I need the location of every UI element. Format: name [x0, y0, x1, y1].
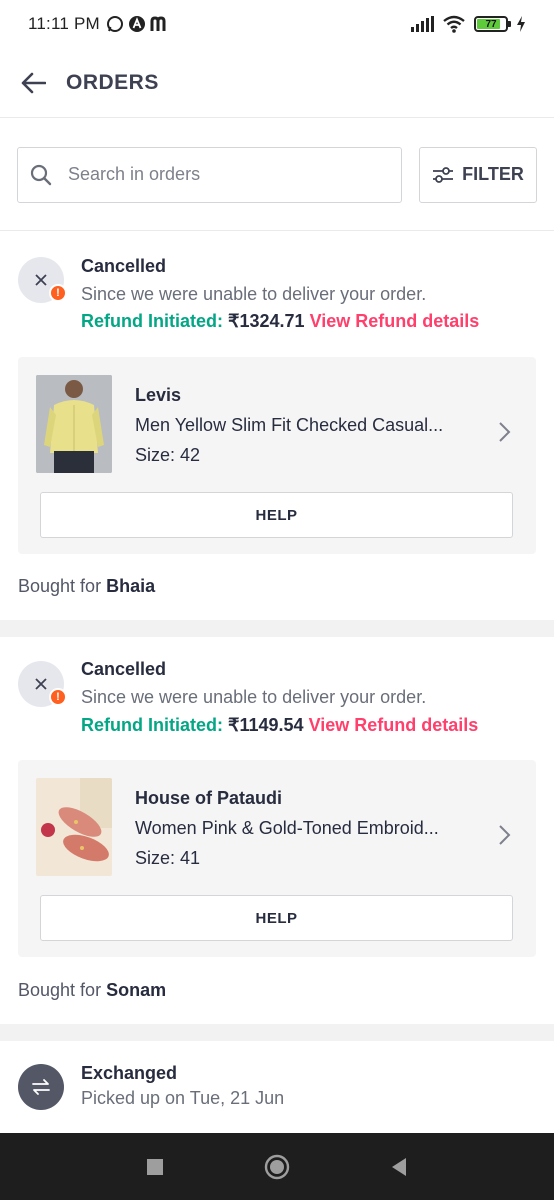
- product-brand: Levis: [135, 385, 182, 405]
- order-card: ! Cancelled Since we were unable to deli…: [0, 637, 554, 1025]
- product-image: [36, 778, 112, 876]
- bought-for-name: Bhaia: [106, 576, 156, 596]
- recents-button[interactable]: [146, 1158, 164, 1176]
- bought-for: Bought for Bhaia: [18, 576, 155, 597]
- order-status: Cancelled: [81, 256, 167, 276]
- exchange-status-icon: [18, 1064, 64, 1110]
- order-card: ! Cancelled Since we were unable to deli…: [0, 232, 554, 620]
- view-refund-details-link[interactable]: View Refund details: [309, 715, 479, 735]
- order-status-subtitle: Since we were unable to deliver your ord…: [81, 284, 427, 304]
- chevron-right-icon: [499, 422, 511, 442]
- filter-button[interactable]: FILTER: [419, 146, 537, 203]
- order-status: Exchanged: [81, 1063, 178, 1083]
- sliders-icon: [433, 166, 454, 183]
- app-a-icon: [128, 16, 145, 32]
- system-nav-bar: [0, 1133, 554, 1200]
- search-input[interactable]: Search in orders: [17, 146, 402, 203]
- refund-amount: ₹1324.71: [228, 311, 305, 331]
- order-card: Exchanged Picked up on Tue, 21 Jun: [0, 1041, 554, 1133]
- product-name: Women Pink & Gold-Toned Embroid...: [135, 818, 439, 838]
- section-divider: [0, 1024, 554, 1041]
- battery-level: 77: [485, 18, 497, 30]
- bought-for-label: Bought for: [18, 980, 102, 1000]
- app-bar: ORDERS: [0, 48, 554, 118]
- product-name: Men Yellow Slim Fit Checked Casual...: [135, 415, 444, 435]
- refund-label: Refund Initiated:: [81, 311, 223, 331]
- product-size: Size: 42: [135, 445, 201, 465]
- back-nav-button[interactable]: [390, 1157, 408, 1177]
- exchange-icon: [32, 1079, 50, 1095]
- bought-for: Bought for Sonam: [18, 980, 166, 1001]
- signal-icon: [411, 16, 434, 32]
- bought-for-label: Bought for: [18, 576, 102, 596]
- help-button[interactable]: HELP: [40, 492, 513, 538]
- alert-icon: !: [49, 284, 67, 302]
- page-title: ORDERS: [66, 70, 159, 94]
- view-refund-details-link[interactable]: View Refund details: [310, 311, 480, 331]
- product-brand: House of Pataudi: [135, 788, 283, 808]
- app-m-icon: [150, 16, 166, 31]
- bought-for-name: Sonam: [106, 980, 167, 1000]
- section-divider: [0, 620, 554, 637]
- refund-line: Refund Initiated: ₹1149.54 View Refund d…: [81, 715, 478, 736]
- close-icon: [35, 274, 47, 286]
- whatsapp-icon: [106, 16, 123, 32]
- status-bar: 11:11 PM 77: [0, 0, 554, 48]
- help-button[interactable]: HELP: [40, 895, 513, 941]
- notification-icons: [106, 15, 172, 33]
- refund-amount: ₹1149.54: [228, 715, 304, 735]
- refund-label: Refund Initiated:: [81, 715, 223, 735]
- wifi-icon: [443, 15, 465, 33]
- order-status-subtitle: Since we were unable to deliver your ord…: [81, 687, 427, 707]
- arrow-left-icon: [21, 72, 46, 93]
- refund-line: Refund Initiated: ₹1324.71 View Refund d…: [81, 311, 479, 332]
- battery-icon: 77: [474, 16, 511, 32]
- home-button[interactable]: [264, 1154, 290, 1180]
- close-icon: [35, 678, 47, 690]
- alert-icon: !: [49, 688, 67, 706]
- product-card[interactable]: House of Pataudi Women Pink & Gold-Toned…: [18, 760, 536, 957]
- filter-label: FILTER: [462, 164, 524, 184]
- search-icon: [30, 164, 52, 185]
- order-status: Cancelled: [81, 659, 167, 679]
- back-button[interactable]: [18, 68, 48, 98]
- cancelled-status-icon: !: [18, 257, 67, 303]
- product-image: [36, 375, 112, 473]
- search-filter-row: Search in orders FILTER: [0, 119, 554, 231]
- cancelled-status-icon: !: [18, 661, 67, 707]
- charging-icon: [517, 16, 525, 32]
- system-icons: 77: [410, 15, 526, 33]
- order-status-subtitle: Picked up on Tue, 21 Jun: [81, 1088, 285, 1108]
- product-size: Size: 41: [135, 848, 201, 868]
- status-time: 11:11 PM: [28, 14, 100, 33]
- product-card[interactable]: Levis Men Yellow Slim Fit Checked Casual…: [18, 357, 536, 554]
- chevron-right-icon: [499, 825, 511, 845]
- search-placeholder: Search in orders: [68, 164, 201, 184]
